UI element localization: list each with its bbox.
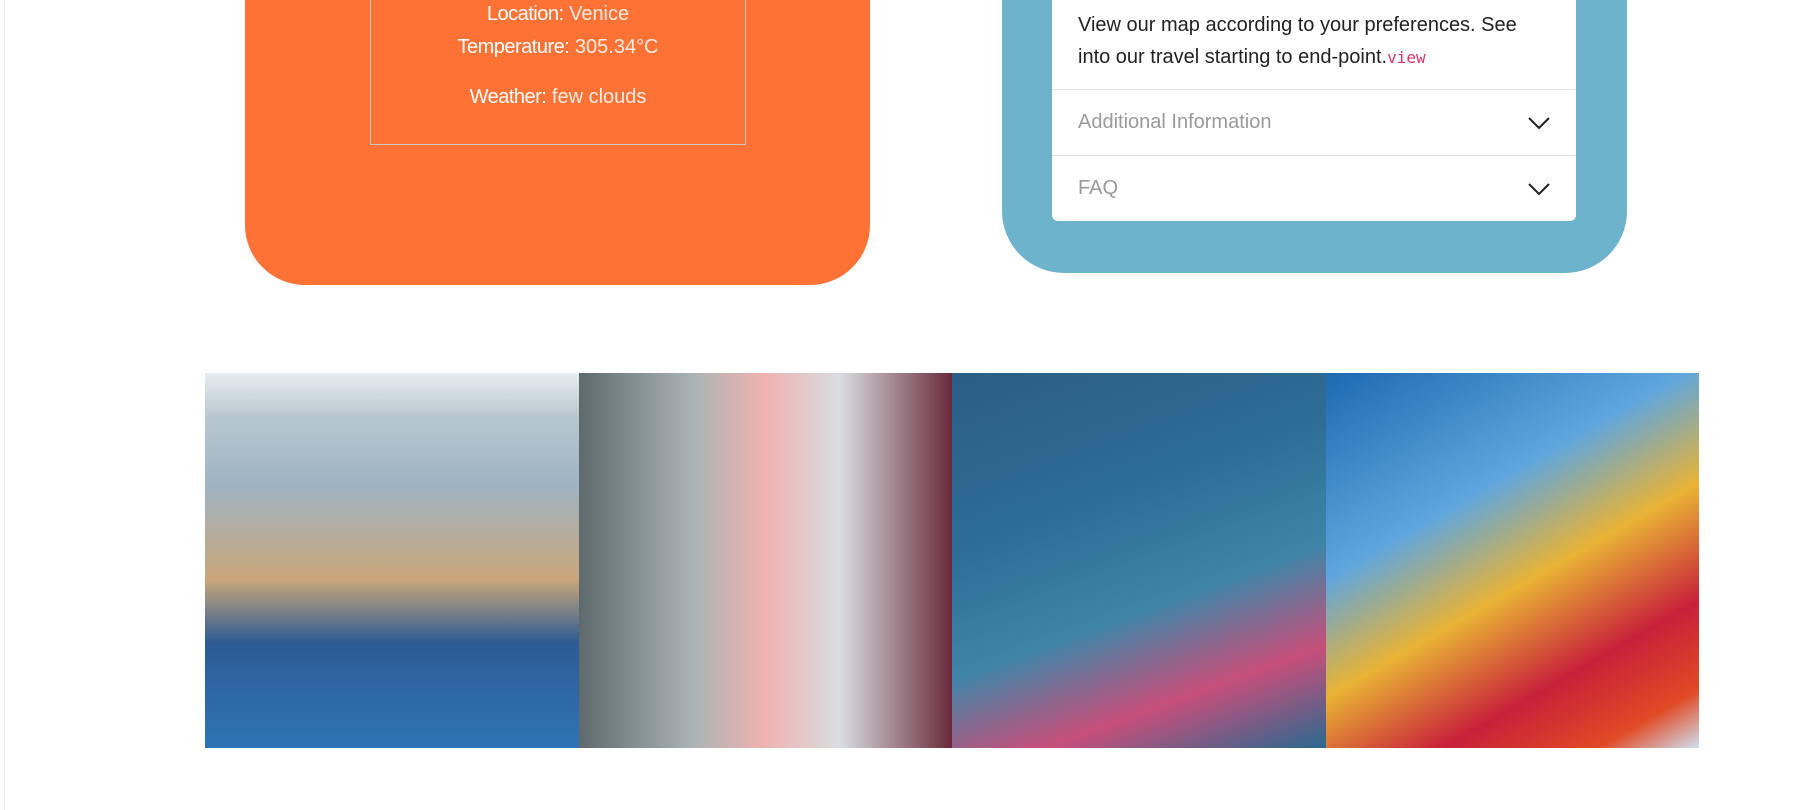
code-snippet: view [1387,48,1426,67]
info-panel: View our map according to your preferenc… [1052,0,1576,221]
chevron-down-icon [1528,116,1550,129]
zipline-photo [578,373,952,748]
waterslides-photo [1325,373,1699,748]
weather-row: Weather: few clouds [371,85,745,109]
description-text: View our map according to your preferenc… [1078,14,1517,68]
photo-gallery [205,373,1699,748]
info-card: View our map according to your preferenc… [1002,0,1627,273]
page-edge [4,0,5,810]
weather-info-box: Location: Venice Temperature: 305.34°C W… [370,0,746,145]
location-row: Location: Venice [371,2,745,26]
weather-card: Location: Venice Temperature: 305.34°C W… [245,0,870,285]
map-description: View our map according to your preferenc… [1078,9,1548,74]
weather-label: Weather: [469,86,547,108]
temperature-row: Temperature: 305.34°C [371,35,745,59]
location-label: Location: [486,3,564,25]
accordion-additional-information[interactable]: Additional Information [1052,89,1576,155]
accordion-faq[interactable]: FAQ [1052,155,1576,221]
weather-value: few clouds [551,86,647,108]
temperature-value: 305.34°C [574,36,659,58]
accordion-label: Additional Information [1078,111,1272,133]
accordion-label: FAQ [1078,177,1119,199]
temperature-label: Temperature: [457,36,570,58]
chevron-down-icon [1528,182,1550,195]
bumper-cars-photo [952,373,1326,748]
waterslide-deck-photo [205,373,579,748]
location-value: Venice [569,3,630,25]
